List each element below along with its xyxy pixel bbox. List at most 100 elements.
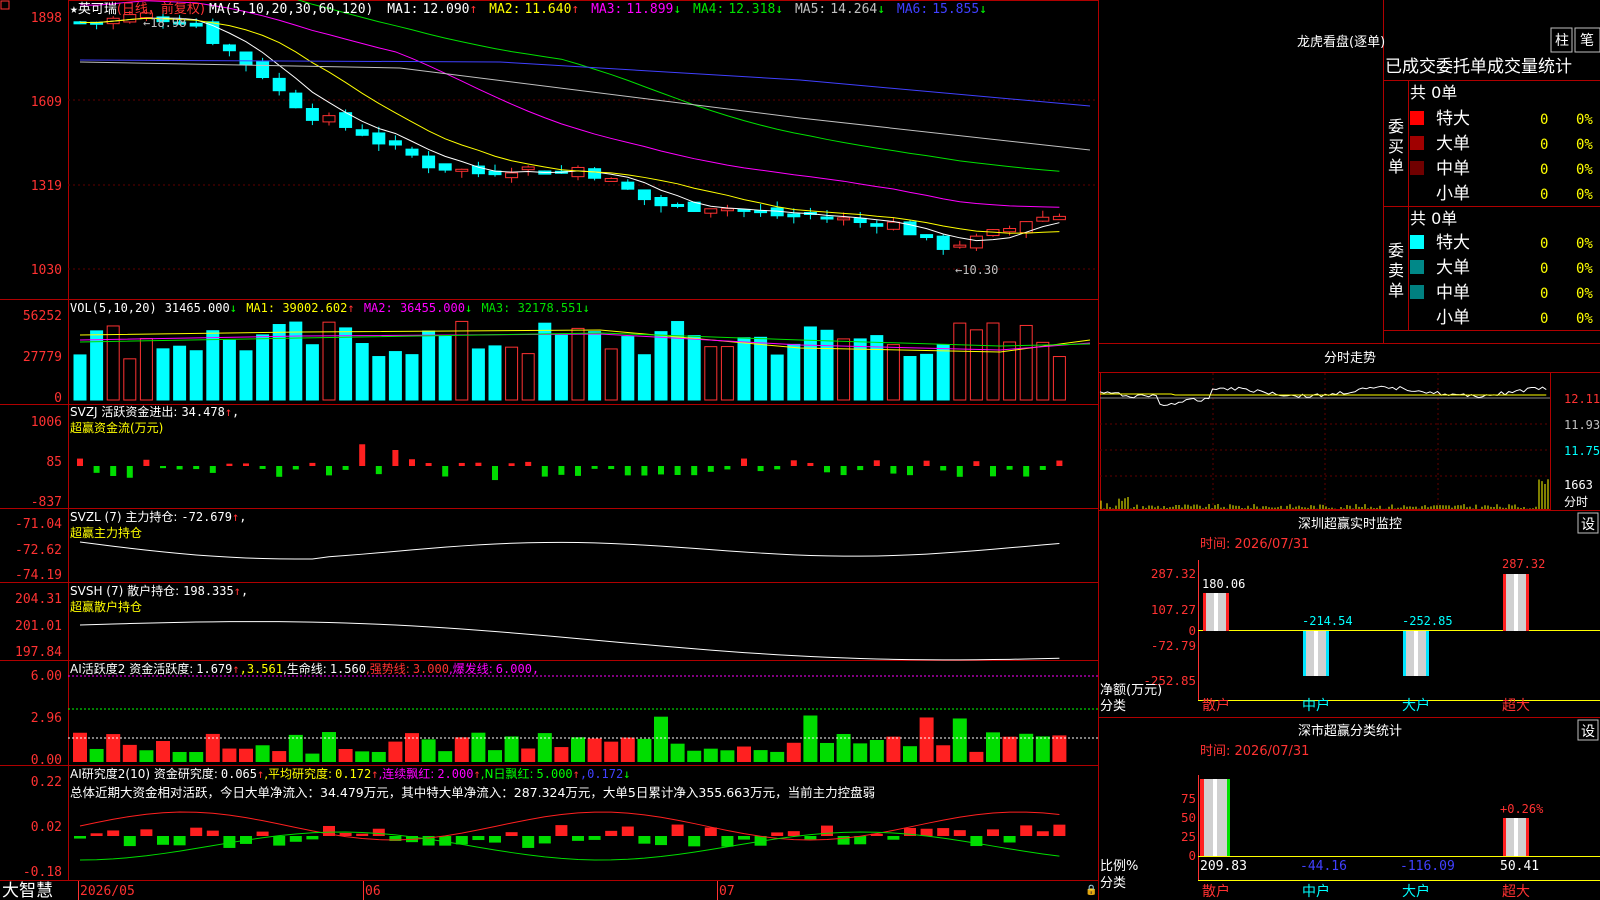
fund-flow-bars (77, 444, 1063, 481)
research-bar (621, 826, 634, 836)
activity-bar (820, 742, 834, 762)
vertical-char: 单 (1388, 157, 1404, 176)
ai2-header: AI研究度2(10) 资金研究度: 0.065↑,平均研究度: 0.172↑,连续飘… (70, 766, 630, 781)
activity-bar (604, 741, 619, 762)
candle-body (920, 234, 934, 239)
order-pct: 0% (1576, 112, 1593, 128)
activity-bar (355, 751, 370, 762)
research-bar (190, 827, 203, 836)
flow-bar (873, 460, 880, 466)
classify-settings-label: 设 (1581, 724, 1595, 740)
order-swatch (1410, 260, 1424, 274)
flow-bar (940, 466, 947, 471)
svg-text:散户: 散户 (1202, 697, 1230, 714)
svg-text:-837: -837 (31, 495, 62, 510)
activity-bar (869, 739, 884, 762)
flow-bar (641, 466, 648, 476)
flow-bar (359, 444, 366, 466)
classify-title: 深市超赢分类统计 (1298, 723, 1402, 739)
svsh-subtitle: 超赢散户持仓 (70, 599, 142, 614)
volume-bar (1019, 324, 1033, 401)
candle-body (1036, 216, 1050, 222)
holding-line (79, 541, 1060, 560)
flow-bar (309, 462, 316, 466)
volume-bar (803, 326, 817, 401)
classify-ylabel: 比例% (1100, 859, 1138, 874)
svg-text:-72.79: -72.79 (1151, 638, 1196, 653)
research-bar (605, 830, 618, 836)
corner-icon[interactable] (0, 0, 10, 10)
research-bar (1020, 825, 1033, 836)
volume-bar (488, 345, 502, 401)
classify-bars (1200, 779, 1529, 856)
volume-bar (720, 346, 734, 401)
candle-body (272, 77, 286, 92)
flow-bar (591, 466, 598, 469)
volume-bar (73, 354, 87, 401)
activity-bar (438, 751, 453, 762)
candle-body (1052, 215, 1066, 221)
research-bar (970, 836, 983, 847)
svg-text:1898: 1898 (31, 11, 62, 26)
volume-bar (936, 344, 950, 401)
ma-line (79, 17, 1060, 242)
flow-bar (425, 463, 432, 466)
buy-rows: 特大 0 0% 大单 0 0% 中单 0 0% 小单 0 0% (1410, 109, 1593, 204)
flow-bar (77, 458, 83, 466)
research-bar (90, 833, 103, 836)
activity-bar (737, 746, 751, 762)
candle-body (1003, 228, 1017, 233)
monitor-title: 深圳超赢实时监控 (1298, 516, 1402, 532)
activity-bar (803, 715, 818, 762)
volume-bar (305, 344, 319, 401)
monitor-settings-label: 设 (1581, 517, 1595, 533)
svg-text:56252: 56252 (23, 309, 62, 324)
order-count: 0 (1540, 137, 1548, 153)
intraday-title: 分时走势 (1324, 350, 1376, 366)
research-bar (372, 828, 385, 836)
volume-bar (637, 354, 651, 401)
volume-bar (853, 338, 867, 401)
activity-bar (488, 750, 502, 762)
research-bar (107, 830, 120, 836)
vertical-char: 买 (1388, 137, 1404, 156)
activity-bar (156, 741, 170, 762)
order-pct: 0% (1576, 236, 1593, 252)
flow-bar (1056, 460, 1063, 466)
order-pct: 0% (1576, 187, 1593, 203)
activity-bar (322, 732, 336, 762)
research-bar (688, 836, 701, 847)
svg-text:50: 50 (1181, 810, 1196, 825)
flow-bar (707, 466, 714, 472)
research-bar (588, 836, 601, 840)
volume-bar (372, 356, 386, 401)
svg-text:0.02: 0.02 (31, 820, 62, 835)
vol-header: VOL(5,10,20) 31465.000↓ MA1: 39002.602↑ M… (70, 301, 590, 315)
research-bar (74, 836, 86, 839)
candle-body (505, 172, 519, 179)
svg-text:75: 75 (1181, 791, 1196, 806)
volume-bar (455, 320, 469, 401)
bar-highlight (1414, 631, 1418, 676)
activity-bar (853, 743, 868, 762)
lock-icon[interactable]: 🔒 (1085, 884, 1097, 896)
order-swatch (1410, 285, 1424, 299)
volume-bar (837, 338, 851, 401)
research-bar (655, 836, 667, 846)
flow-bar (110, 466, 117, 476)
activity-bar (770, 751, 785, 762)
candle-body (305, 108, 319, 121)
activity-bar (637, 738, 652, 762)
activity-bar (587, 738, 602, 762)
volume-bar (986, 322, 1000, 401)
activity-bar (620, 737, 635, 762)
main-holding-line (79, 541, 1060, 560)
svzj-y-axis: 1006 85 -837 (31, 415, 62, 510)
candle-body (720, 208, 734, 212)
monitor-value: 287.32 (1502, 557, 1545, 571)
flow-bar (724, 466, 731, 470)
flow-bar (973, 461, 980, 466)
svg-text:0: 0 (1188, 623, 1196, 638)
research-bar (787, 831, 800, 836)
activity-bar (421, 739, 436, 762)
